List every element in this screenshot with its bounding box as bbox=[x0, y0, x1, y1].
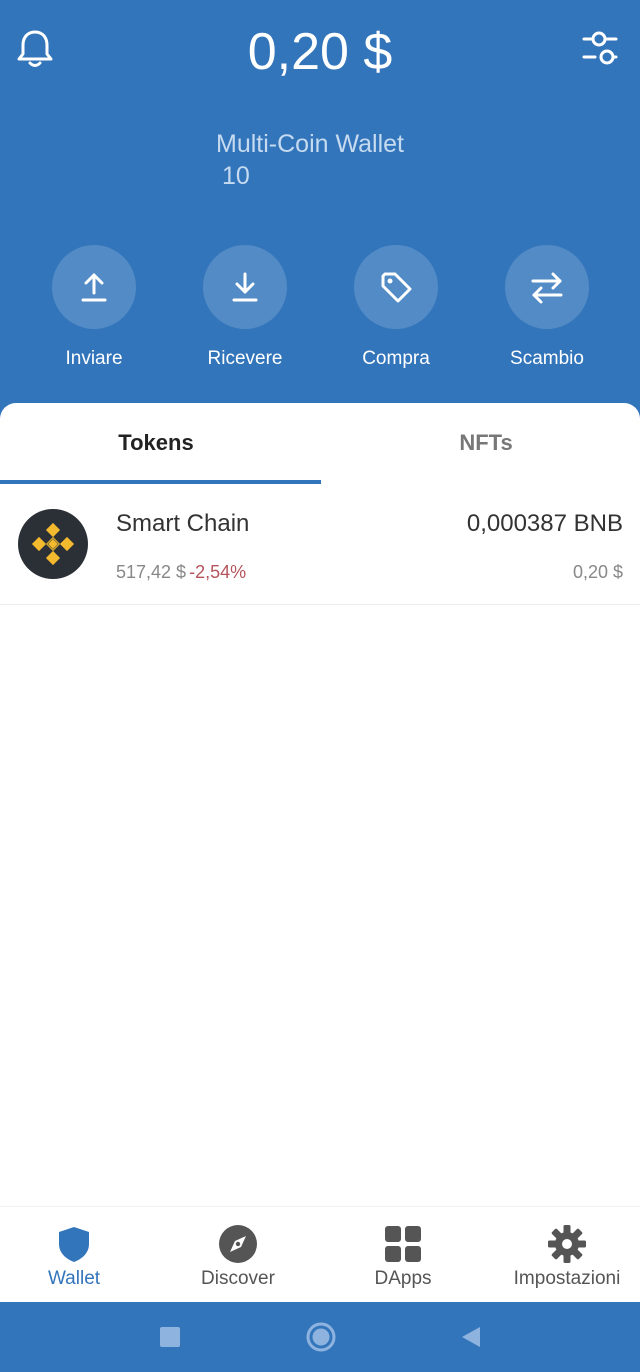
tab-tokens[interactable]: Tokens bbox=[0, 423, 316, 463]
wallet-number: 10 bbox=[222, 162, 250, 190]
bnb-logo-icon bbox=[18, 509, 88, 579]
assets-panel: Tokens NFTs Smart Chain 517,42 $ -2,54% 0… bbox=[0, 403, 640, 1206]
upload-arrow-icon bbox=[81, 273, 107, 302]
nav-dapps[interactable]: DApps bbox=[329, 1207, 477, 1303]
nav-wallet-label: Wallet bbox=[47, 1268, 101, 1289]
token-name: Smart Chain bbox=[116, 510, 250, 537]
total-balance: 0,20 $ bbox=[247, 23, 393, 81]
token-amount: 0,000387 BNB bbox=[466, 510, 623, 537]
tab-nfts[interactable]: NFTs bbox=[326, 423, 640, 463]
swap-button-circle bbox=[505, 245, 589, 329]
send-label: Inviare bbox=[65, 348, 123, 369]
token-change: -2,54% bbox=[189, 562, 247, 582]
token-row[interactable]: Smart Chain 517,42 $ -2,54% 0,000387 BNB … bbox=[0, 493, 640, 605]
buy-button[interactable]: Compra bbox=[336, 245, 456, 371]
price-tag-icon bbox=[381, 272, 412, 303]
compass-icon bbox=[219, 1225, 257, 1263]
buy-label: Compra bbox=[362, 348, 430, 369]
nav-settings[interactable]: Impostazioni bbox=[494, 1207, 640, 1303]
grid-icon bbox=[385, 1226, 421, 1262]
swap-arrows-icon bbox=[531, 272, 563, 304]
receive-button[interactable]: Ricevere bbox=[185, 245, 305, 371]
active-tab-indicator bbox=[0, 480, 321, 484]
buy-button-circle bbox=[354, 245, 438, 329]
receive-button-circle bbox=[203, 245, 287, 329]
back-triangle-icon[interactable] bbox=[460, 1326, 482, 1348]
wallet-header: 0,20 $ Multi-Coin Wallet 10 Inviare Rice… bbox=[0, 0, 640, 420]
nav-settings-label: Impostazioni bbox=[513, 1268, 621, 1289]
gear-icon bbox=[548, 1225, 586, 1263]
token-price-value: 517,42 $ bbox=[116, 562, 187, 582]
nav-dapps-label: DApps bbox=[374, 1268, 432, 1289]
wallet-name[interactable]: Multi-Coin Wallet bbox=[216, 128, 404, 160]
home-circle-icon[interactable] bbox=[306, 1322, 336, 1352]
download-arrow-icon bbox=[232, 272, 258, 302]
system-navigation-bar bbox=[0, 1302, 640, 1372]
send-button-circle bbox=[52, 245, 136, 329]
send-button[interactable]: Inviare bbox=[34, 245, 154, 371]
swap-label: Scambio bbox=[510, 348, 584, 369]
shield-icon bbox=[59, 1227, 89, 1262]
swap-button[interactable]: Scambio bbox=[487, 245, 607, 371]
token-fiat-value: 0,20 $ bbox=[572, 562, 623, 582]
sliders-icon[interactable] bbox=[578, 26, 622, 70]
bottom-navigation: Wallet Discover DApps Impostazioni bbox=[0, 1206, 640, 1302]
token-price: 517,42 $ -2,54% bbox=[116, 560, 246, 584]
nav-discover-label: Discover bbox=[201, 1268, 275, 1289]
nav-wallet[interactable]: Wallet bbox=[0, 1207, 148, 1303]
recents-square-icon[interactable] bbox=[160, 1327, 180, 1347]
nav-discover[interactable]: Discover bbox=[164, 1207, 312, 1303]
receive-label: Ricevere bbox=[207, 348, 283, 369]
